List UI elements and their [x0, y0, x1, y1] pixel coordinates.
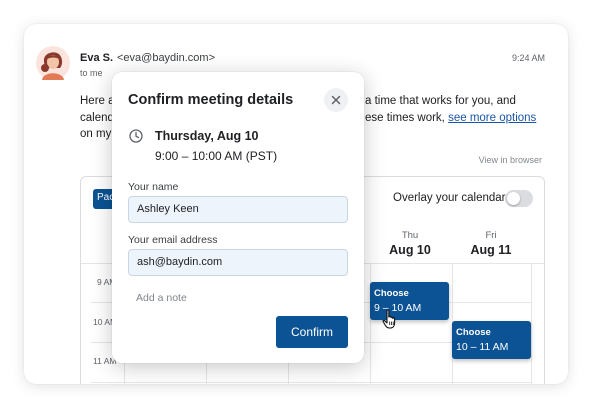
meeting-time-range: 9:00 – 10:00 AM (PST): [155, 149, 278, 163]
toggle-knob: [507, 192, 520, 205]
avatar: [36, 46, 70, 80]
sender-email: <eva@baydin.com>: [117, 52, 216, 64]
email-field-label: Your email address: [128, 234, 218, 246]
slot-title: Choose: [374, 288, 409, 299]
recipient-label[interactable]: to me: [80, 68, 103, 78]
confirm-button[interactable]: Confirm: [276, 316, 348, 348]
day-of-week-fri: Fri: [485, 230, 497, 241]
meeting-date: Thursday, Aug 10: [155, 129, 259, 143]
view-in-browser-link[interactable]: View in browser: [479, 155, 542, 165]
body-line-1-end: a time that works for you, and: [365, 95, 516, 107]
body-line-3-start: on my: [80, 128, 112, 140]
date-aug-10: Aug 10: [389, 243, 431, 257]
clock-icon: [129, 129, 143, 143]
email-field[interactable]: ash@baydin.com: [128, 249, 348, 276]
body-line-2-end: ese times work, see more options: [365, 112, 536, 124]
body-line-2-text: ese times work,: [365, 112, 445, 124]
body-line-2-start: calend: [80, 112, 114, 124]
overlay-calendar-label: Overlay your calendar: [393, 192, 506, 204]
email-timestamp: 9:24 AM: [511, 53, 545, 63]
grid-line: [370, 263, 371, 384]
confirm-meeting-modal: Confirm meeting details Thursday, Aug 10…: [112, 72, 364, 363]
close-icon: [331, 95, 341, 105]
close-button[interactable]: [324, 88, 348, 112]
grid-line: [91, 382, 531, 383]
name-field[interactable]: Ashley Keen: [128, 196, 348, 223]
slot-title: Choose: [456, 327, 491, 338]
day-of-week-thu: Thu: [401, 230, 419, 241]
overlay-calendar-toggle[interactable]: [505, 190, 533, 207]
sender-name: Eva S.: [80, 52, 114, 64]
body-line-1-start: Here a: [80, 95, 115, 107]
slot-time: 10 – 11 AM: [456, 341, 509, 353]
name-field-label: Your name: [128, 181, 179, 193]
time-slot-fri-10am[interactable]: Choose 10 – 11 AM: [452, 321, 531, 359]
grid-line: [531, 263, 532, 384]
date-aug-11: Aug 11: [470, 243, 512, 257]
modal-title: Confirm meeting details: [128, 92, 294, 108]
see-more-options-link[interactable]: see more options: [448, 112, 536, 124]
pointer-cursor-icon: [382, 309, 396, 329]
add-note-field[interactable]: Add a note: [136, 292, 187, 304]
